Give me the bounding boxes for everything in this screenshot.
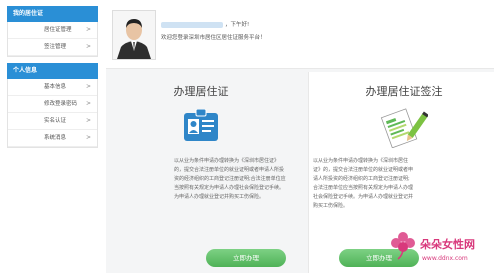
chevron-right-icon: > bbox=[85, 100, 91, 107]
welcome-message: 欢迎您登录深圳市居住区居住证服务平台！ bbox=[161, 35, 266, 41]
sidebar-item-change-password[interactable]: 修改登录密码 > bbox=[8, 96, 97, 113]
card-description: 以从业为条件申请办理转换为《深圳市居住证》的，提交合法注册单位的就业证明或者申请… bbox=[174, 158, 286, 200]
sidebar-item-permit-management[interactable]: 居住证管理 > bbox=[8, 22, 97, 39]
chevron-right-icon: > bbox=[85, 83, 91, 90]
chevron-right-icon: > bbox=[85, 26, 91, 33]
card-description: 以从业为条件申请办理转换为《深圳市居住证》的，提交合法注册单位的就业证明或者申请… bbox=[313, 158, 414, 209]
sidebar-item-system-messages[interactable]: 系统消息 > bbox=[8, 130, 97, 147]
sidebar-item-label: 系统消息 bbox=[44, 135, 67, 141]
apply-permit-card: 办理居住证 以从业为条件申请办理转换为《深圳市居住证》的，提交合法注册单位的就业… bbox=[106, 72, 296, 273]
greeting: ，下午好! bbox=[161, 20, 249, 28]
document-pen-icon bbox=[380, 106, 429, 152]
flower-logo-icon bbox=[391, 232, 415, 260]
watermark-url: www.ddnx.com bbox=[422, 255, 468, 262]
user-header: ，下午好! 欢迎您登录深圳市居住区居住证服务平台！ bbox=[106, 6, 493, 64]
sidebar-section-personal-info: 个人信息 bbox=[7, 63, 98, 79]
chevron-right-icon: > bbox=[85, 134, 91, 141]
sidebar-item-label: 居住证管理 bbox=[44, 27, 72, 33]
sidebar-item-label: 实名认证 bbox=[44, 118, 67, 124]
chevron-right-icon: > bbox=[85, 117, 91, 124]
sidebar-item-basic-info[interactable]: 基本信息 > bbox=[8, 79, 97, 96]
watermark-text: 朵朵女性网 bbox=[420, 238, 475, 251]
card-title: 办理居住证签注 bbox=[365, 85, 443, 98]
chevron-right-icon: > bbox=[85, 43, 91, 50]
avatar bbox=[112, 10, 156, 60]
sidebar-item-label: 修改登录密码 bbox=[44, 101, 78, 107]
id-card-icon bbox=[183, 108, 219, 147]
sidebar: 我的居住证 居住证管理 > 签注管理 > 个人信息 基本信息 > 修改登录密码 … bbox=[7, 6, 98, 148]
sidebar-list-personal: 基本信息 > 修改登录密码 > 实名认证 > 系统消息 > bbox=[7, 79, 98, 148]
sidebar-item-real-name-auth[interactable]: 实名认证 > bbox=[8, 113, 97, 130]
user-avatar-icon bbox=[113, 11, 155, 59]
sidebar-item-label: 基本信息 bbox=[44, 84, 67, 90]
apply-now-button[interactable]: 立即办理 bbox=[206, 249, 286, 267]
card-title: 办理居住证 bbox=[173, 85, 229, 98]
sidebar-list-permit: 居住证管理 > 签注管理 > bbox=[7, 22, 98, 57]
sidebar-item-label: 签注管理 bbox=[44, 44, 67, 50]
sidebar-item-endorsement-management[interactable]: 签注管理 > bbox=[8, 39, 97, 56]
sidebar-section-my-residence-permit: 我的居住证 bbox=[7, 6, 98, 22]
greeting-text: ，下午好! bbox=[225, 22, 250, 28]
redacted-username bbox=[161, 21, 223, 28]
